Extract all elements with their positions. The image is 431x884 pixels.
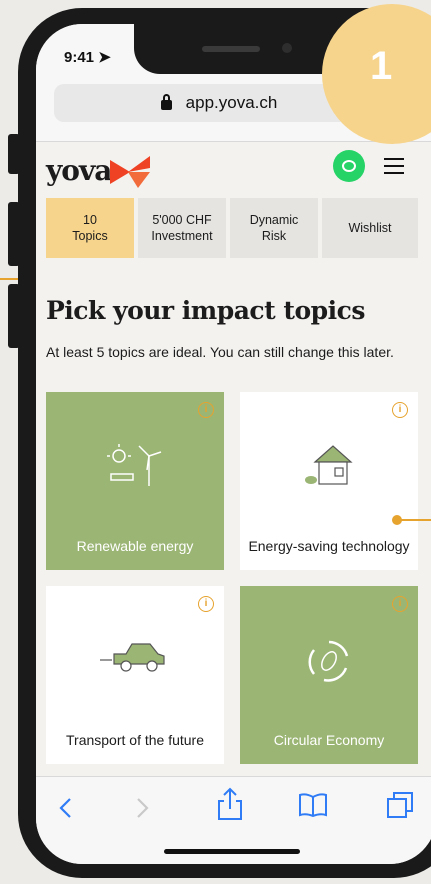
speaker: [202, 46, 260, 52]
back-icon[interactable]: [58, 797, 72, 819]
recycle-icon: [308, 640, 349, 682]
side-button-volume-up: [8, 202, 20, 266]
tab-topics[interactable]: 10 Topics: [46, 198, 134, 258]
yova-logo-icon: [110, 156, 150, 188]
info-icon[interactable]: i: [392, 596, 408, 612]
bookmarks-icon[interactable]: [298, 793, 328, 817]
topic-card-circular-economy[interactable]: i Circular Economy: [240, 586, 418, 764]
topic-label: Transport of the future: [66, 732, 204, 748]
tab-wishlist[interactable]: Wishlist: [322, 198, 418, 258]
info-icon[interactable]: i: [392, 402, 408, 418]
tab-investment[interactable]: 5'000 CHF Investment: [138, 198, 226, 258]
page-subtitle: At least 5 topics are ideal. You can sti…: [46, 344, 394, 360]
electric-car-icon: [100, 643, 165, 672]
topic-card-energy-saving[interactable]: i Energy-saving technology: [240, 392, 418, 570]
side-button-mute: [8, 134, 20, 174]
home-indicator: [164, 849, 300, 854]
topic-label: Circular Economy: [273, 732, 385, 748]
stage: 9:41 ➤ app.yova.ch yova 10 Topics 5'000 …: [0, 0, 431, 884]
hamburger-menu-icon[interactable]: [384, 158, 404, 174]
front-camera: [282, 43, 292, 53]
house-icon: [305, 445, 353, 485]
forward-icon[interactable]: [136, 797, 150, 819]
info-icon[interactable]: i: [198, 402, 214, 418]
url-text: app.yova.ch: [185, 93, 278, 112]
info-icon[interactable]: i: [198, 596, 214, 612]
side-button-volume-down: [8, 284, 20, 348]
notch: [134, 24, 354, 74]
lock-icon: [160, 94, 172, 110]
whatsapp-icon[interactable]: [333, 150, 365, 182]
step-number: 1: [370, 44, 393, 88]
page-title: Pick your impact topics: [46, 296, 365, 325]
phone-screen: 9:41 ➤ app.yova.ch yova 10 Topics 5'000 …: [36, 24, 431, 864]
topic-label: Renewable energy: [76, 538, 194, 554]
tab-risk[interactable]: Dynamic Risk: [230, 198, 318, 258]
topic-card-renewable-energy[interactable]: i Renewable energy: [46, 392, 224, 570]
topic-label: Energy-saving technology: [248, 538, 410, 554]
app-header: yova: [36, 142, 431, 198]
solar-wind-icon: [107, 444, 162, 486]
logo-text[interactable]: yova: [46, 154, 112, 187]
progress-tabs: 10 Topics 5'000 CHF Investment Dynamic R…: [46, 198, 418, 258]
tabs-icon[interactable]: [386, 791, 414, 819]
status-time: 9:41 ➤: [64, 49, 111, 66]
pointer-line-right: [398, 519, 431, 521]
share-icon[interactable]: [218, 787, 242, 821]
browser-toolbar: [36, 776, 431, 864]
topic-card-transport[interactable]: i Transport of the future: [46, 586, 224, 764]
